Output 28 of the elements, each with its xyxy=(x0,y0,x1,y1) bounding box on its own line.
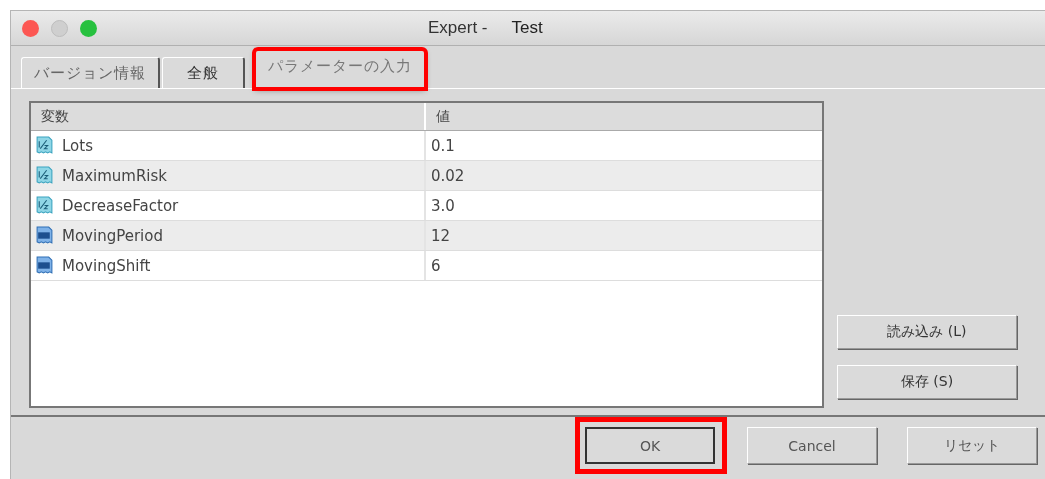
dialog-button[interactable]: リセット xyxy=(907,427,1037,464)
side-button[interactable]: 保存 (S) xyxy=(837,365,1017,399)
table-cell-text: 0.02 xyxy=(430,165,466,187)
table-cell: Lots xyxy=(62,136,93,155)
table-cell-text: 12 xyxy=(430,225,452,247)
tab[interactable]: 全般 xyxy=(162,57,245,88)
minimize-icon[interactable] xyxy=(51,19,68,37)
table-cell: MovingShift xyxy=(62,256,151,275)
table-cell: MaximumRisk xyxy=(62,166,167,185)
tab[interactable]: バージョン情報 xyxy=(21,57,160,88)
number-icon xyxy=(35,226,54,245)
fraction-icon xyxy=(35,196,54,215)
table-cell-text: 6 xyxy=(430,255,442,277)
fraction-icon xyxy=(35,136,54,155)
column-header[interactable]: 値 xyxy=(426,103,822,130)
table-cell-text: 0.1 xyxy=(430,135,456,157)
window-title: Expert - xyxy=(428,18,488,38)
table-cell: DecreaseFactor xyxy=(62,196,179,215)
dialog-button[interactable]: Cancel xyxy=(747,427,877,464)
fraction-icon xyxy=(35,166,54,185)
table-cell-text: 3.0 xyxy=(430,195,456,217)
side-button[interactable]: 読み込み (L) xyxy=(837,315,1017,349)
close-icon[interactable] xyxy=(22,19,39,37)
number-icon xyxy=(35,256,54,275)
table-cell: MovingPeriod xyxy=(62,226,163,245)
window-subtitle: Test xyxy=(511,18,543,38)
zoom-icon[interactable] xyxy=(80,19,97,37)
dialog-button[interactable]: OK xyxy=(585,427,715,464)
